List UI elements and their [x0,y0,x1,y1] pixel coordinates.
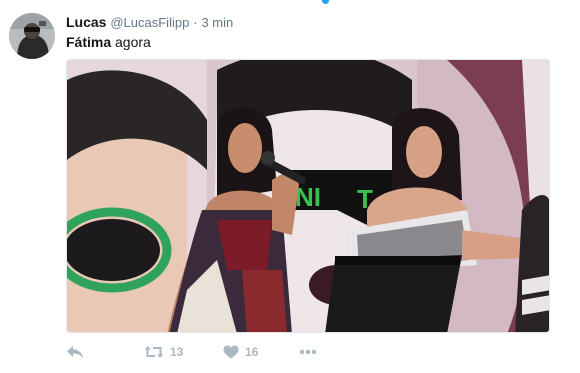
tweet-header: Lucas @LucasFilipp · 3 min [66,14,233,31]
retweet-icon [144,345,164,359]
blue-indicator [322,0,329,4]
timestamp[interactable]: 3 min [201,15,233,30]
author-name[interactable]: Lucas [66,14,106,30]
more-button[interactable] [299,340,317,364]
retweet-button[interactable]: 13 [144,340,183,364]
tweet-text-bold: Fátima [66,34,112,50]
more-icon [299,349,317,355]
like-count: 16 [245,345,259,359]
avatar[interactable] [9,13,55,59]
tweet-actions: 13 16 [66,340,366,364]
svg-text:NI: NI [295,182,321,212]
tweet-text: Fátima agora [66,33,151,51]
tweet-text-rest: agora [111,34,151,50]
retweet-count: 13 [170,345,184,359]
like-button[interactable]: 16 [223,340,258,364]
reply-icon [66,345,84,359]
tweet-photo[interactable]: NI T [66,59,550,333]
author-handle[interactable]: @LucasFilipp [110,15,189,30]
reply-button[interactable] [66,340,84,364]
like-icon [223,345,239,359]
separator: · [193,15,198,30]
